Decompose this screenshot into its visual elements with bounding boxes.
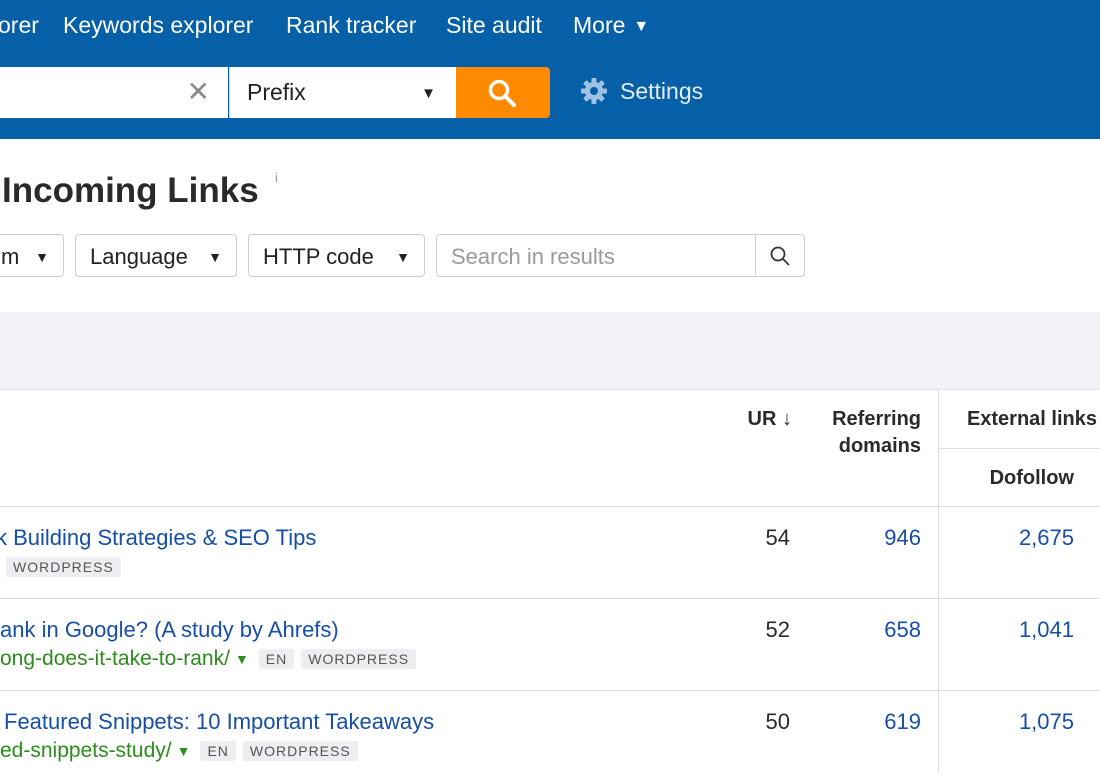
search-icon [770, 246, 790, 266]
dofollow-links-link[interactable]: 1,041 [1019, 617, 1074, 643]
top-navigation-bar: orer Keywords explorer Rank tracker Site… [0, 0, 1100, 139]
referring-domains-link[interactable]: 619 [884, 709, 921, 735]
column-header-ur-label: UR [747, 408, 777, 430]
column-header-external-links: External links [966, 408, 1097, 430]
tag-badge: WORDPRESS [242, 741, 358, 761]
url-dropdown-icon[interactable]: ▼ [235, 651, 249, 667]
column-header-ur[interactable]: UR ↓ [748, 406, 792, 433]
page-title: Incoming Links [2, 171, 259, 210]
http-code-filter-label: HTTP code [263, 244, 374, 269]
search-row: ✕ Prefix ▼ Settings [0, 67, 1100, 118]
results-toolbar-band [0, 312, 1100, 390]
platform-filter-label: m [1, 244, 20, 269]
chevron-down-icon: ▼ [633, 18, 650, 35]
url-dropdown-icon[interactable]: ▼ [177, 743, 191, 759]
column-header-referring-line2: domains [838, 435, 921, 457]
ur-value: 50 [765, 709, 790, 734]
search-icon [488, 79, 516, 107]
close-icon[interactable]: ✕ [187, 78, 210, 106]
settings-label: Settings [620, 77, 704, 104]
tag-badge: WORDPRESS [6, 557, 121, 577]
gear-icon [581, 78, 607, 104]
table-row: ank in Google? (A study by Ahrefs) ong-d… [0, 599, 1100, 691]
row-title-link[interactable]: ank in Google? (A study by Ahrefs) [0, 617, 339, 643]
column-header-referring-line1: Referring [832, 408, 921, 430]
column-header-dofollow[interactable]: Dofollow [990, 465, 1074, 492]
row-title-link[interactable]: k Building Strategies & SEO Tips [0, 525, 316, 551]
info-icon[interactable]: i [275, 170, 278, 185]
http-code-filter[interactable]: HTTP code ▼ [248, 234, 425, 277]
ur-value: 54 [765, 525, 790, 550]
table-row: k Building Strategies & SEO Tips WORDPRE… [0, 507, 1100, 599]
nav-more-label: More [573, 12, 626, 38]
tag-badge: WORDPRESS [301, 649, 417, 669]
dofollow-links-link[interactable]: 1,075 [1019, 709, 1074, 735]
table-row: Featured Snippets: 10 Important Takeaway… [0, 691, 1100, 783]
referring-domains-link[interactable]: 946 [884, 525, 921, 551]
mode-select-value: Prefix [247, 79, 306, 105]
settings-button[interactable]: Settings [580, 77, 703, 105]
search-in-results-placeholder: Search in results [451, 244, 615, 269]
header-separator [939, 448, 1100, 449]
chevron-down-icon: ▼ [208, 249, 222, 265]
nav-item-more[interactable]: More ▼ [573, 12, 649, 39]
tag-badge: EN [200, 741, 236, 761]
nav-item-rank-tracker[interactable]: Rank tracker [286, 12, 416, 39]
row-url-link[interactable]: ed-snippets-study/ [0, 739, 172, 763]
ur-value: 52 [765, 617, 790, 642]
sort-down-icon: ↓ [782, 408, 792, 430]
search-in-results-field[interactable]: Search in results [436, 234, 805, 277]
row-title-link[interactable]: Featured Snippets: 10 Important Takeaway… [4, 709, 434, 735]
language-filter-label: Language [90, 244, 188, 269]
nav-item-keywords-explorer[interactable]: Keywords explorer [63, 12, 253, 39]
column-header-referring-domains[interactable]: Referring domains [832, 406, 921, 460]
dofollow-links-link[interactable]: 2,675 [1019, 525, 1074, 551]
chevron-down-icon: ▼ [396, 249, 410, 265]
chevron-down-icon: ▼ [421, 85, 436, 102]
platform-filter[interactable]: m ▼ [0, 234, 64, 277]
mode-select[interactable]: Prefix ▼ [229, 67, 456, 118]
nav-item-site-audit[interactable]: Site audit [446, 12, 542, 39]
tag-badge: EN [258, 649, 295, 669]
language-filter[interactable]: Language ▼ [75, 234, 237, 277]
url-input[interactable]: ✕ [0, 67, 228, 118]
referring-domains-link[interactable]: 658 [884, 617, 921, 643]
search-button[interactable] [456, 67, 550, 118]
search-in-results-button[interactable] [755, 235, 804, 276]
chevron-down-icon: ▼ [35, 249, 49, 265]
row-url-link[interactable]: ong-does-it-take-to-rank/ [0, 647, 230, 671]
nav-item-site-explorer[interactable]: orer [0, 12, 39, 39]
